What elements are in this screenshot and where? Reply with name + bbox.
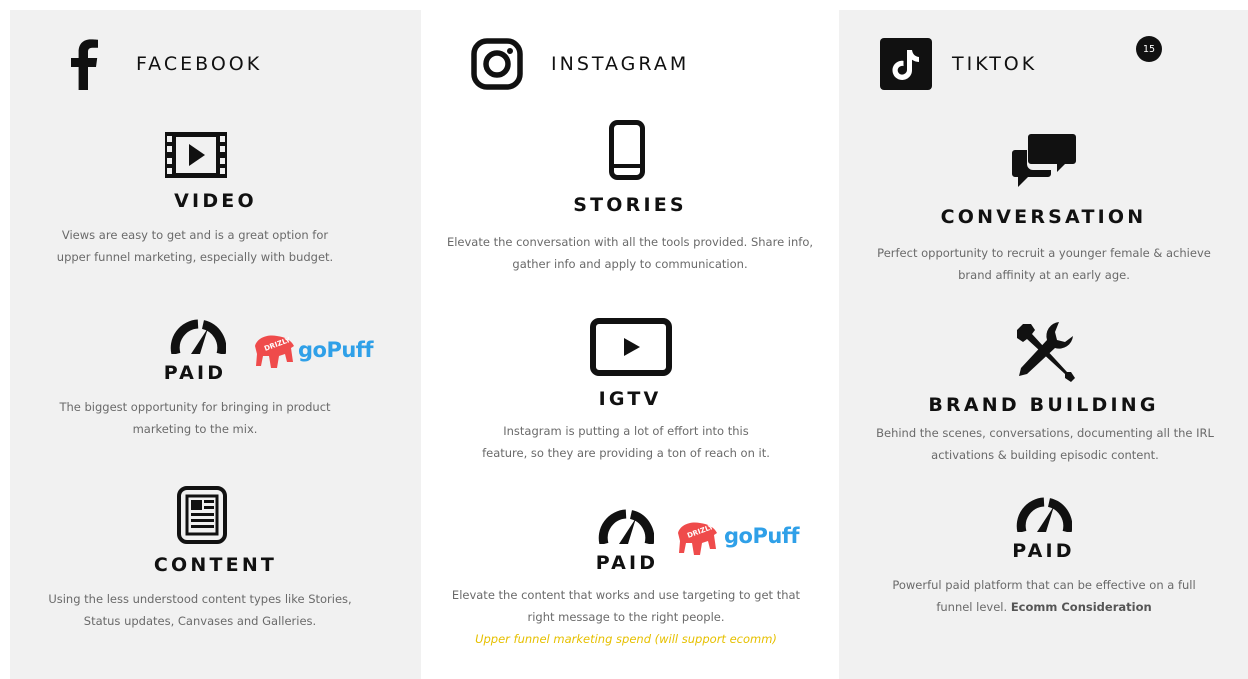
video-title: VIDEO: [174, 190, 257, 212]
paid-note: Upper funnel marketing spend (will suppo…: [475, 632, 777, 646]
video-description: Views are easy to get and is a great opt…: [56, 228, 334, 264]
speedometer-icon: [598, 509, 654, 544]
paid-description: Powerful paid platform that can be effec…: [879, 574, 1209, 618]
content-description: Using the less understood content types …: [48, 592, 352, 628]
paid-description-bold: Ecomm Consideration: [1010, 600, 1152, 614]
igtv-description: Instagram is putting a lot of effort int…: [482, 424, 770, 460]
conversation-description: Perfect opportunity to recruit a younger…: [877, 246, 1211, 282]
smartphone-icon: [609, 120, 645, 180]
instagram-icon: [471, 38, 523, 90]
page-number-badge: 15: [1136, 36, 1162, 62]
stories-title: STORIES: [573, 194, 687, 216]
tiktok-icon: [880, 38, 932, 90]
drizly-logo: DRIZLY: [253, 332, 297, 377]
gopuff-logo: goPuff: [724, 524, 800, 548]
paid-description: The biggest opportunity for bringing in …: [59, 400, 331, 436]
paid-title: PAID: [1012, 540, 1075, 562]
instagram-label: INSTAGRAM: [551, 53, 690, 75]
newspaper-icon: [177, 486, 227, 544]
facebook-header: FACEBOOK: [70, 38, 262, 90]
brand-building-title: BRAND BUILDING: [928, 394, 1159, 416]
igtv-play-icon: [590, 318, 672, 376]
paid-description: Elevate the content that works and use t…: [451, 588, 801, 624]
chat-bubbles-icon: [1012, 134, 1076, 187]
speedometer-icon: [170, 319, 226, 354]
tiktok-column: TIKTOK CONVERSATION Perfect opportunity …: [839, 10, 1248, 679]
speedometer-icon: [1016, 497, 1072, 532]
brand-building-description: Behind the scenes, conversations, docume…: [876, 426, 1214, 462]
tiktok-header: TIKTOK: [880, 38, 1037, 90]
gopuff-logo: goPuff: [298, 338, 374, 362]
facebook-icon: [71, 39, 98, 90]
paid-title: PAID: [163, 362, 227, 384]
content-title: CONTENT: [153, 554, 278, 576]
facebook-label: FACEBOOK: [136, 53, 263, 75]
video-icon: [165, 132, 227, 178]
igtv-title: IGTV: [598, 388, 662, 410]
tiktok-label: TIKTOK: [952, 53, 1038, 75]
stories-description: Elevate the conversation with all the to…: [446, 235, 814, 271]
tools-icon: [1017, 322, 1075, 382]
instagram-column: INSTAGRAM STORIES Elevate the conversati…: [421, 10, 839, 679]
drizly-logo: DRIZLY: [676, 519, 720, 564]
conversation-title: CONVERSATION: [940, 206, 1147, 228]
instagram-header: INSTAGRAM: [471, 38, 689, 90]
facebook-column: FACEBOOK VIDEO Views are easy to get and…: [10, 10, 421, 679]
